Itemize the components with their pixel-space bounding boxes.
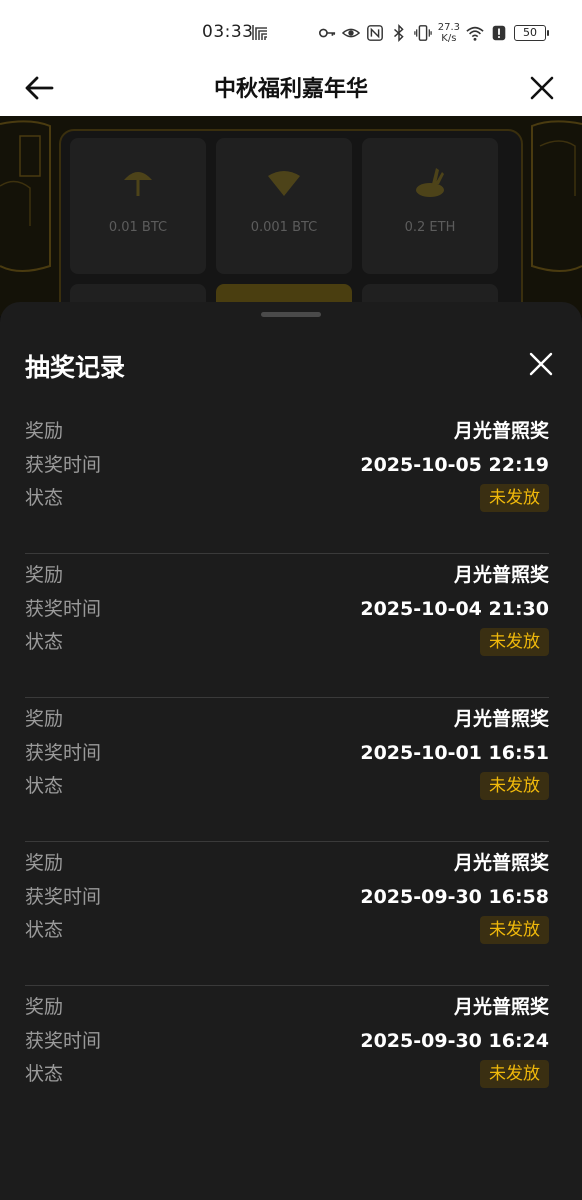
status-badge: 未发放 [480,1060,549,1088]
prize-cell: 0.2 ETH [362,138,498,274]
reward-label: 奖励 [25,852,64,874]
prize-cell: 0.001 BTC [216,138,352,274]
reward-label: 奖励 [25,996,64,1018]
records-list: 奖励 月光普照奖 获奖时间 2025-10-05 22:19 状态 未发放 奖励 月光普… [25,410,549,1130]
list-item: 奖励 月光普照奖 获奖时间 2025-09-30 16:24 状态 未发放 [25,986,549,1130]
prize-cell: 0.01 BTC [70,138,206,274]
status-bar: 03:33 27.3 K/s 50 [0,0,582,60]
status-badge: 未发放 [480,916,549,944]
reward-label: 奖励 [25,420,64,442]
vibrate-icon [414,25,432,41]
app-header: 中秋福利嘉年华 [0,60,582,116]
prize-amount: 0.001 BTC [250,220,318,235]
prize-amount: 0.2 ETH [404,220,456,235]
time-value: 2025-10-04 21:30 [360,598,549,620]
status-label: 状态 [25,919,64,941]
status-label: 状态 [25,631,64,653]
time-label: 获奖时间 [25,454,102,476]
wifi-icon [466,26,484,41]
time-value: 2025-10-01 16:51 [360,742,549,764]
reward-value: 月光普照奖 [453,420,549,442]
status-badge: 未发放 [480,772,549,800]
speed-unit: K/s [441,33,457,44]
sheet-title: 抽奖记录 [25,353,126,382]
list-item: 奖励 月光普照奖 获奖时间 2025-09-30 16:58 状态 未发放 [25,842,549,986]
list-item: 奖励 月光普照奖 获奖时间 2025-10-04 21:30 状态 未发放 [25,554,549,698]
status-label: 状态 [25,775,64,797]
sheet-drag-handle[interactable] [261,312,321,317]
status-icons: 27.3 K/s 50 [318,20,549,46]
close-icon[interactable] [526,72,558,104]
prize-amount: 0.01 BTC [108,220,168,235]
key-icon [318,28,335,38]
draw-records-sheet: 抽奖记录 奖励 月光普照奖 获奖时间 2025-10-05 22:19 状态 未发放 … [0,302,582,1200]
battery-icon: 50 [514,25,549,41]
status-time: 03:33 [202,22,254,42]
background-page: 0.01 BTC 0.001 BTC 0.2 ETH [0,116,582,316]
status-badge: 未发放 [480,628,549,656]
time-value: 2025-10-05 22:19 [360,454,549,476]
nfc-icon [366,25,383,41]
reward-value: 月光普照奖 [453,996,549,1018]
page-title: 中秋福利嘉年华 [213,77,368,102]
status-label: 状态 [25,487,64,509]
time-value: 2025-09-30 16:24 [360,1030,549,1052]
network-speed: 27.3 K/s [438,22,460,44]
rabbit-icon [416,168,444,197]
time-label: 获奖时间 [25,742,102,764]
list-item: 奖励 月光普照奖 获奖时间 2025-10-01 16:51 状态 未发放 [25,698,549,842]
app-icon [252,25,267,40]
status-label: 状态 [25,1063,64,1085]
time-value: 2025-09-30 16:58 [360,886,549,908]
alert-icon [492,25,506,41]
time-label: 获奖时间 [25,886,102,908]
bluetooth-icon [393,24,404,42]
reward-value: 月光普照奖 [453,564,549,586]
umbrella-icon [124,172,152,196]
fan-icon [268,171,300,196]
close-icon[interactable] [528,351,554,377]
time-label: 获奖时间 [25,1030,102,1052]
status-badge: 未发放 [480,484,549,512]
reward-label: 奖励 [25,564,64,586]
list-item: 奖励 月光普照奖 获奖时间 2025-10-05 22:19 状态 未发放 [25,410,549,554]
battery-level: 50 [523,26,537,39]
reward-label: 奖励 [25,708,64,730]
eye-icon [341,28,360,38]
speed-value: 27.3 [437,22,460,33]
time-label: 获奖时间 [25,598,102,620]
reward-value: 月光普照奖 [453,708,549,730]
reward-value: 月光普照奖 [453,852,549,874]
